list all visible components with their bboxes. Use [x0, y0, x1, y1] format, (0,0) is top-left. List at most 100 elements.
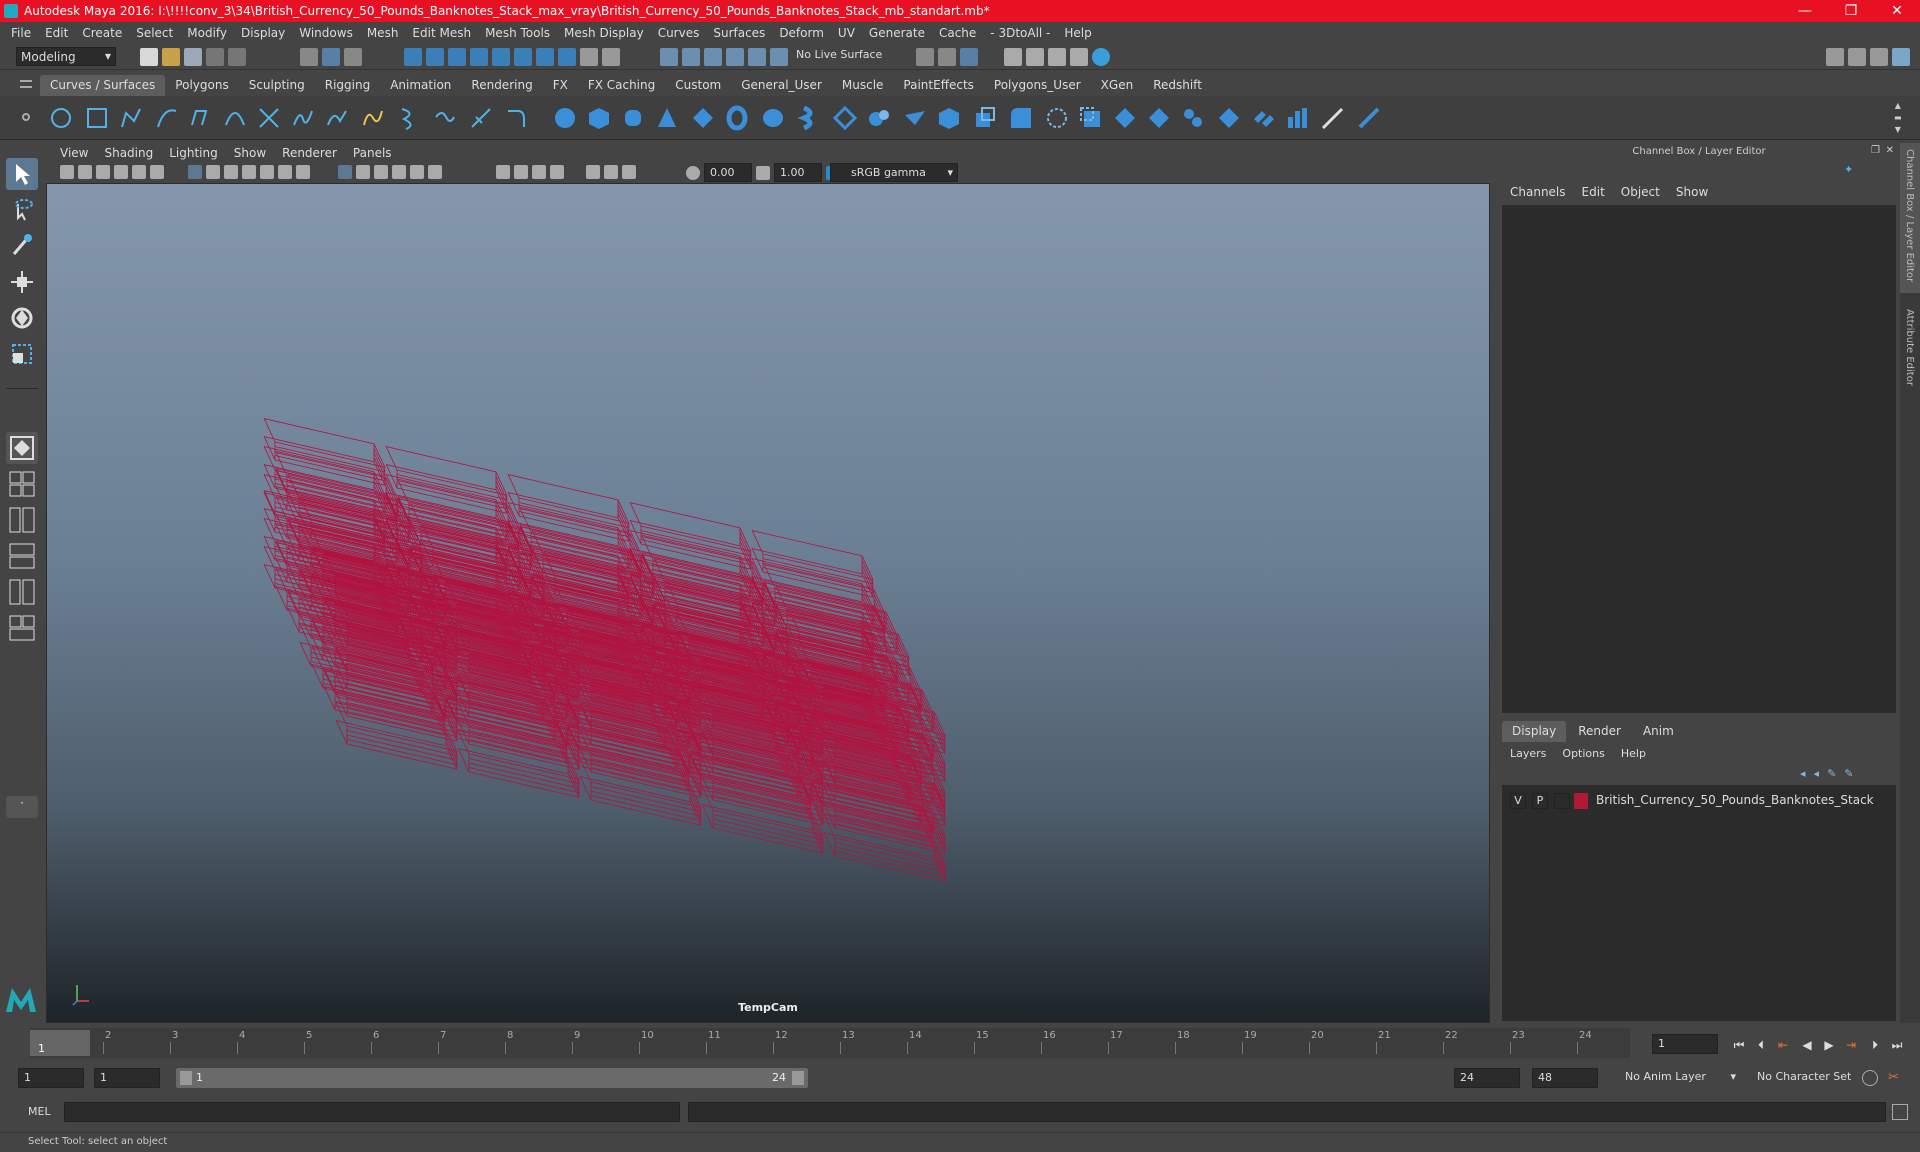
- range-slider-start-handle[interactable]: [180, 1071, 192, 1085]
- range-slider-end-handle[interactable]: [792, 1071, 804, 1085]
- shelf-tab-custom[interactable]: Custom: [665, 75, 731, 96]
- hypershade-icon[interactable]: [1092, 48, 1110, 66]
- curve-fillet-icon[interactable]: [504, 105, 530, 131]
- view-transform-select[interactable]: sRGB gamma ▾: [830, 163, 958, 182]
- boundary-icon[interactable]: [936, 105, 962, 131]
- menu-surfaces[interactable]: Surfaces: [706, 26, 772, 40]
- smooth-shade-icon[interactable]: [356, 165, 370, 179]
- menu-uv[interactable]: UV: [831, 26, 862, 40]
- render-settings-icon[interactable]: [1070, 48, 1088, 66]
- mode-selector[interactable]: Modeling ▾: [16, 47, 116, 66]
- safe-title-icon[interactable]: [296, 165, 310, 179]
- exposure-field[interactable]: 0.00: [704, 163, 752, 182]
- select-hierarchy-icon[interactable]: [300, 48, 318, 66]
- maximize-button[interactable]: ❐: [1828, 0, 1874, 22]
- select-highlight-icon[interactable]: [602, 48, 620, 66]
- menu-cache[interactable]: Cache: [932, 26, 983, 40]
- shelf-tab-painteffects[interactable]: PaintEffects: [893, 75, 983, 96]
- mask-rendering-icon[interactable]: [536, 48, 554, 66]
- perspective-viewport[interactable]: TempCam: [46, 183, 1490, 1023]
- layer-name[interactable]: British_Currency_50_Pounds_Banknotes_Sta…: [1596, 793, 1874, 807]
- offset-curve-icon[interactable]: [396, 105, 422, 131]
- menu-select[interactable]: Select: [129, 26, 180, 40]
- menu-help[interactable]: Help: [1057, 26, 1098, 40]
- viewport-menu-view[interactable]: View: [52, 146, 96, 160]
- menu-mesh-display[interactable]: Mesh Display: [557, 26, 651, 40]
- bezier-curve-icon[interactable]: [256, 105, 282, 131]
- shelf-tab-rigging[interactable]: Rigging: [315, 75, 380, 96]
- go-to-start-icon[interactable]: ⏮: [1732, 1038, 1746, 1052]
- redo-icon[interactable]: [228, 48, 246, 66]
- shelf-tab-redshift[interactable]: Redshift: [1143, 75, 1212, 96]
- resolution-gate-icon[interactable]: [224, 165, 238, 179]
- loft-icon[interactable]: [796, 105, 822, 131]
- mask-handles-icon[interactable]: [404, 48, 422, 66]
- shelf-tab-polygons[interactable]: Polygons: [165, 75, 238, 96]
- new-scene-icon[interactable]: [140, 48, 158, 66]
- shelf-tab-xgen[interactable]: XGen: [1091, 75, 1144, 96]
- attach-surfaces-icon[interactable]: [1180, 105, 1206, 131]
- birail-icon[interactable]: [902, 105, 928, 131]
- ep-curve-icon[interactable]: [154, 105, 180, 131]
- film-gate-icon[interactable]: [206, 165, 220, 179]
- extrude-icon[interactable]: [866, 105, 892, 131]
- persp-outliner-layout-icon[interactable]: [6, 504, 38, 536]
- scale-tool-icon[interactable]: [6, 338, 38, 370]
- auto-key-icon[interactable]: [1862, 1070, 1878, 1086]
- revolve-icon[interactable]: [760, 105, 786, 131]
- script-editor-icon[interactable]: [1892, 1104, 1908, 1120]
- current-frame-field[interactable]: 1: [1652, 1034, 1718, 1054]
- animation-end-field[interactable]: 48: [1532, 1068, 1598, 1088]
- layer-display-type-toggle[interactable]: [1554, 793, 1570, 809]
- close-button[interactable]: ✕: [1874, 0, 1920, 22]
- layer-tab-display[interactable]: Display: [1502, 721, 1567, 742]
- construction-history-icon[interactable]: [960, 48, 978, 66]
- cv-curve-icon[interactable]: [118, 105, 144, 131]
- project-curve-surface-icon[interactable]: [1044, 105, 1070, 131]
- shelf-scroll-icon[interactable]: ▲ ▬ ▼: [1894, 100, 1902, 136]
- menu-generate[interactable]: Generate: [862, 26, 932, 40]
- two-d-pan-zoom-icon[interactable]: [132, 165, 146, 179]
- pencil-curve-icon[interactable]: [188, 105, 214, 131]
- menu-deform[interactable]: Deform: [772, 26, 831, 40]
- field-chart-icon[interactable]: [260, 165, 274, 179]
- safe-action-icon[interactable]: [278, 165, 292, 179]
- nurbs-circle-icon[interactable]: [48, 105, 74, 131]
- sculpt-geometry-icon[interactable]: [1320, 105, 1346, 131]
- nurbs-sphere-icon[interactable]: [552, 105, 578, 131]
- nurbs-square-icon[interactable]: [84, 105, 110, 131]
- menu-3dtoall[interactable]: - 3DtoAll -: [983, 26, 1057, 40]
- gamma-field[interactable]: 1.00: [774, 163, 822, 182]
- shelf-tab-sculpting[interactable]: Sculpting: [239, 75, 315, 96]
- new-layer-icon[interactable]: ✎: [1827, 767, 1836, 780]
- go-to-end-icon[interactable]: ⏭: [1890, 1038, 1904, 1052]
- rebuild-curve-icon[interactable]: [360, 105, 386, 131]
- nurbs-torus-icon[interactable]: [724, 105, 750, 131]
- anim-layer-select[interactable]: No Anim Layer ▾: [1620, 1068, 1738, 1088]
- render-view-icon[interactable]: [1004, 48, 1022, 66]
- layer-visibility-toggle[interactable]: V: [1510, 793, 1526, 809]
- image-plane-icon[interactable]: [114, 165, 128, 179]
- four-view-layout-icon[interactable]: [6, 468, 38, 500]
- input-ops-icon[interactable]: [916, 48, 934, 66]
- select-object-icon[interactable]: [322, 48, 340, 66]
- textured-icon[interactable]: [392, 165, 406, 179]
- snap-magnet-icon[interactable]: [770, 48, 788, 66]
- use-all-lights-icon[interactable]: [410, 165, 424, 179]
- current-time-marker[interactable]: 1: [30, 1030, 90, 1056]
- surface-editing-icon[interactable]: [1356, 105, 1382, 131]
- lock-icon[interactable]: [580, 48, 598, 66]
- side-tab-attribute-editor[interactable]: Attribute Editor: [1900, 303, 1920, 403]
- project-curve-icon[interactable]: [432, 105, 458, 131]
- layer-color-swatch[interactable]: [1574, 793, 1588, 809]
- camera-select-icon[interactable]: [60, 165, 74, 179]
- menu-edit-mesh[interactable]: Edit Mesh: [405, 26, 478, 40]
- snap-grid-icon[interactable]: [660, 48, 678, 66]
- minimize-button[interactable]: —: [1782, 0, 1828, 22]
- viewport-menu-shading[interactable]: Shading: [96, 146, 161, 160]
- menu-file[interactable]: File: [4, 26, 38, 40]
- animation-preferences-icon[interactable]: ✂: [1888, 1070, 1904, 1086]
- arc-icon[interactable]: [222, 105, 248, 131]
- grease-pencil-icon[interactable]: [150, 165, 164, 179]
- command-language-label[interactable]: MEL: [28, 1105, 51, 1118]
